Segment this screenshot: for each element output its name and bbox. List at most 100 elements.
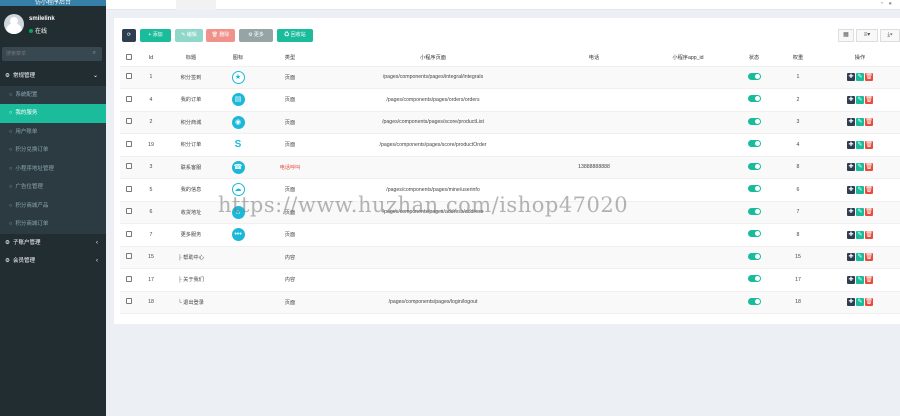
edit-icon[interactable]: ✎ xyxy=(856,253,864,262)
status-toggle[interactable] xyxy=(747,275,761,283)
move-icon[interactable]: ✚ xyxy=(847,185,855,194)
cell-status[interactable] xyxy=(732,291,776,314)
sidebar-item[interactable]: ⚙ 子账户管理 ‹ xyxy=(0,234,106,253)
row-checkbox-cell[interactable] xyxy=(120,291,138,314)
sidebar-item[interactable]: ○ 系统配置 xyxy=(0,85,106,104)
edit-icon[interactable]: ✎ xyxy=(856,185,864,194)
edit-icon[interactable]: ✎ xyxy=(856,298,864,307)
row-checkbox-cell[interactable] xyxy=(120,246,138,269)
table-row[interactable]: 2 积分商城 ◉ 页面/pages/components/pages/score/pr… xyxy=(120,111,900,134)
edit-icon[interactable]: ✎ xyxy=(856,73,864,82)
cell-status[interactable] xyxy=(732,133,776,157)
move-icon[interactable]: ✚ xyxy=(847,208,855,217)
edit-button[interactable]: ✎ 编辑 xyxy=(175,29,203,42)
row-checkbox[interactable] xyxy=(126,185,132,192)
trash-icon[interactable]: 🗑 xyxy=(865,275,873,284)
column-header[interactable] xyxy=(120,50,138,67)
table-row[interactable]: 18 └ 退出登录 页面/pages/components/pages/login/… xyxy=(120,291,900,314)
select-all-checkbox[interactable] xyxy=(126,53,132,60)
move-icon[interactable]: ✚ xyxy=(847,140,855,149)
row-checkbox-cell[interactable] xyxy=(120,268,138,292)
table-row[interactable]: 15 ├ 帮助中心 内容 15 ✚ ✎ 🗑 xyxy=(120,246,900,269)
edit-icon[interactable]: ✎ xyxy=(856,208,864,217)
status-toggle[interactable] xyxy=(747,252,761,260)
cell-status[interactable] xyxy=(732,111,776,134)
table-row[interactable]: 17 ├ 关于我们 内容 17 ✚ ✎ 🗑 xyxy=(120,268,900,292)
move-icon[interactable]: ✚ xyxy=(847,163,855,172)
table-view-icon[interactable]: ▦ xyxy=(838,29,854,42)
row-checkbox[interactable] xyxy=(126,208,132,215)
status-toggle[interactable] xyxy=(747,117,761,125)
table-row[interactable]: 19 积分订单 S 页面/pages/components/pages/score/p… xyxy=(120,133,900,157)
status-toggle[interactable] xyxy=(747,162,761,170)
row-checkbox[interactable] xyxy=(126,163,132,170)
search-icon[interactable]: ⌕ xyxy=(93,50,96,57)
sidebar-item[interactable]: ○ 用户账单 xyxy=(0,122,106,141)
move-icon[interactable]: ✚ xyxy=(847,298,855,307)
cell-status[interactable] xyxy=(732,223,776,247)
row-checkbox-cell[interactable] xyxy=(120,133,138,157)
sidebar-item[interactable]: ○ 积分商城订单 xyxy=(0,215,106,234)
row-checkbox[interactable] xyxy=(126,140,132,147)
table-row[interactable]: 4 我的订单 ▤ 页面/pages/components/pages/orders/o… xyxy=(120,88,900,112)
row-checkbox[interactable] xyxy=(126,275,132,282)
trash-icon[interactable]: 🗑 xyxy=(865,73,873,82)
bell-icon[interactable]: ◔ xyxy=(880,1,884,7)
avatar[interactable] xyxy=(4,14,24,34)
sidebar-item[interactable]: ⚙ 会员管理 ‹ xyxy=(0,252,106,271)
row-checkbox[interactable] xyxy=(126,298,132,305)
edit-icon[interactable]: ✎ xyxy=(856,118,864,127)
search-input[interactable] xyxy=(6,49,86,59)
move-icon[interactable]: ✚ xyxy=(847,275,855,284)
status-toggle[interactable] xyxy=(747,95,761,103)
status-toggle[interactable] xyxy=(747,185,761,193)
sidebar-item[interactable]: ⚙ 常规管理 ⌄ xyxy=(0,67,106,86)
cell-status[interactable] xyxy=(732,178,776,202)
status-toggle[interactable] xyxy=(747,297,761,305)
edit-icon[interactable]: ✎ xyxy=(856,140,864,149)
status-toggle[interactable] xyxy=(747,72,761,80)
row-checkbox-cell[interactable] xyxy=(120,156,138,179)
cell-status[interactable] xyxy=(732,88,776,112)
row-checkbox[interactable] xyxy=(126,95,132,102)
row-checkbox-cell[interactable] xyxy=(120,111,138,134)
trash-icon[interactable]: 🗑 xyxy=(865,140,873,149)
cell-status[interactable] xyxy=(732,246,776,269)
trash-icon[interactable]: 🗑 xyxy=(865,163,873,172)
edit-icon[interactable]: ✎ xyxy=(856,163,864,172)
move-icon[interactable]: ✚ xyxy=(847,230,855,239)
cell-status[interactable] xyxy=(732,156,776,179)
row-checkbox[interactable] xyxy=(126,73,132,80)
trash-icon[interactable]: 🗑 xyxy=(865,253,873,262)
row-checkbox[interactable] xyxy=(126,253,132,260)
table-row[interactable]: 1 积分签到 ★ 页面/pages/components/pages/integral… xyxy=(120,66,900,89)
sidebar-item[interactable]: ○ 广告位管理 xyxy=(0,178,106,197)
refresh-button[interactable]: ⟳ xyxy=(122,29,136,42)
move-icon[interactable]: ✚ xyxy=(847,95,855,104)
move-icon[interactable]: ✚ xyxy=(847,118,855,127)
row-checkbox-cell[interactable] xyxy=(120,201,138,224)
table-row[interactable]: 7 更多服务 ••• 页面 8 ✚ ✎ 🗑 xyxy=(120,223,900,247)
row-checkbox[interactable] xyxy=(126,118,132,125)
trash-icon[interactable]: 🗑 xyxy=(865,298,873,307)
status-toggle[interactable] xyxy=(747,230,761,238)
export-icon[interactable]: ⤓▾ xyxy=(880,29,900,42)
row-checkbox-cell[interactable] xyxy=(120,88,138,112)
tab-active[interactable] xyxy=(176,0,216,10)
row-checkbox-cell[interactable] xyxy=(120,223,138,247)
more-button[interactable]: ⚙ 更多 xyxy=(239,29,273,42)
edit-icon[interactable]: ✎ xyxy=(856,95,864,104)
sidebar-item[interactable]: ○ 小程序地址管理 xyxy=(0,159,106,178)
move-icon[interactable]: ✚ xyxy=(847,253,855,262)
trash-icon[interactable]: 🗑 xyxy=(865,185,873,194)
move-icon[interactable]: ✚ xyxy=(847,73,855,82)
add-button[interactable]: + 添加 xyxy=(140,29,171,42)
recycle-bin-button[interactable]: ♻ 回收站 xyxy=(277,29,313,42)
delete-button[interactable]: 🗑 删除 xyxy=(206,29,235,42)
trash-icon[interactable]: 🗑 xyxy=(865,230,873,239)
sidebar-item[interactable]: ○ 积分兑换订单 xyxy=(0,141,106,160)
sidebar-item[interactable]: ○ 我的服务 xyxy=(0,104,106,123)
status-toggle[interactable] xyxy=(747,207,761,215)
cell-status[interactable] xyxy=(732,66,776,89)
trash-icon[interactable]: 🗑 xyxy=(865,118,873,127)
